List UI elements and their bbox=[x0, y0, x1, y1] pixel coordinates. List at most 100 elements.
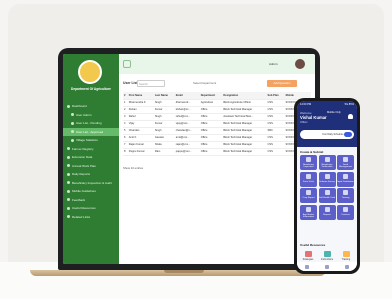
sidebar-item[interactable]: Annual Work Plan bbox=[63, 162, 119, 171]
section-resources: Useful Resources bbox=[300, 243, 326, 247]
table-cell: Block Technical Manager bbox=[222, 120, 267, 128]
sidebar-item[interactable]: Extension Data bbox=[63, 153, 119, 162]
table-cell: Office bbox=[199, 127, 223, 135]
table-cell: Block Technical Manager bbox=[222, 141, 267, 149]
table-cell: Block Technical Manager bbox=[222, 127, 267, 135]
org-logo bbox=[78, 60, 102, 84]
laptop: Department Of Agriculture Dashboard User … bbox=[58, 48, 320, 270]
table-cell: CSS bbox=[266, 106, 285, 114]
sidebar-item[interactable]: User Admin bbox=[63, 111, 119, 120]
home-icon[interactable] bbox=[305, 264, 309, 269]
bell-icon[interactable] bbox=[348, 114, 353, 119]
table-row[interactable]: 4 Vijay Kumar vijay@xxx... Office Block Techn… bbox=[123, 120, 311, 128]
resources-row: Strategies Instructions Training bbox=[300, 251, 354, 261]
table-cell: Office bbox=[199, 148, 223, 156]
resource-item[interactable]: Strategies bbox=[300, 251, 316, 261]
sidebar-item[interactable]: Feedback bbox=[63, 196, 119, 205]
create-tile[interactable]: Beneficiary Verification bbox=[318, 155, 336, 170]
sidebar-item[interactable]: Mobile Guidelines bbox=[63, 187, 119, 196]
sidebar-item-label: Daily Reports bbox=[72, 172, 91, 177]
toolbar: User List Search Select Department Add Q… bbox=[123, 80, 311, 88]
create-tile[interactable]: Farm Visits bbox=[300, 171, 317, 187]
avatar[interactable] bbox=[295, 59, 305, 69]
table-cell: CSS bbox=[266, 99, 285, 107]
list-icon[interactable] bbox=[325, 264, 329, 269]
create-tile[interactable]: Contacts bbox=[337, 204, 354, 220]
resource-label: Training bbox=[341, 258, 351, 261]
table-cell: SBC bbox=[266, 127, 285, 135]
table-cell: Office bbox=[199, 120, 223, 128]
sidebar-nav: Dashboard User Admin User List - Pending Us… bbox=[63, 102, 119, 221]
sidebar-item[interactable]: Village Statistics bbox=[63, 136, 119, 145]
nav-icon bbox=[71, 121, 74, 125]
table-cell: Singh bbox=[153, 127, 175, 135]
table-cell: Ram bbox=[153, 148, 175, 156]
entries-selector[interactable]: Show 10 entries bbox=[123, 166, 143, 170]
table-cell: Office bbox=[199, 113, 223, 121]
table-cell: Nirala bbox=[153, 141, 175, 149]
column-header[interactable]: First Name bbox=[127, 92, 154, 100]
schedule-pill[interactable]: Your Daily Schedule bbox=[300, 130, 354, 139]
table-cell: CSS bbox=[266, 141, 285, 149]
table-cell: Gautam bbox=[153, 134, 175, 142]
resource-item[interactable]: Training bbox=[338, 251, 354, 261]
create-tile[interactable]: Input Distribution bbox=[337, 171, 354, 187]
table-cell: Assistant Technical Man... bbox=[222, 113, 267, 121]
sidebar-item[interactable]: Useful Resources bbox=[63, 204, 119, 213]
page-title: User List bbox=[123, 81, 138, 85]
table-row[interactable]: 7 Rajan Kumar Nirala rajan@xxx... Office Bloc… bbox=[123, 141, 311, 149]
nav-icon bbox=[67, 215, 70, 219]
table-row[interactable]: 6 Amit K Gautam amit@xxx... Office Block Tech… bbox=[123, 134, 311, 142]
table-cell: Office bbox=[199, 106, 223, 114]
create-tile[interactable]: Seed Management bbox=[337, 155, 354, 170]
menu-icon[interactable] bbox=[123, 60, 131, 68]
schedule-button[interactable] bbox=[344, 132, 352, 137]
column-header[interactable]: Email bbox=[174, 92, 200, 100]
table-cell: Block Technical Manager bbox=[222, 148, 267, 156]
status-signal: 5G 85% bbox=[344, 103, 354, 106]
sidebar-item-label: Extension Data bbox=[72, 155, 93, 160]
sidebar-item[interactable]: User List - Pending bbox=[63, 119, 119, 128]
table-cell: Rajan Kumar bbox=[127, 141, 154, 149]
department-filter[interactable]: Select Department bbox=[193, 81, 216, 85]
column-header[interactable]: Sub Plan bbox=[266, 92, 285, 100]
sidebar-item-label: Dashboard bbox=[72, 104, 87, 109]
add-button[interactable]: Add Question bbox=[267, 80, 297, 87]
sidebar-item[interactable]: Beneficiary Inspection & Audit bbox=[63, 179, 119, 188]
create-tile[interactable]: Reports bbox=[318, 204, 336, 220]
nav-icon bbox=[67, 155, 70, 159]
create-tile[interactable]: Agri Market Information bbox=[300, 204, 317, 220]
phone-header: 12:00 PM 5G 85% Welcome Mobile Only Vish… bbox=[297, 101, 357, 147]
table-cell: Rahul bbox=[127, 113, 154, 121]
topbar: Admin bbox=[119, 54, 315, 74]
table-row[interactable]: 1 Dharmendra K Singh dharmendr... Agricultur… bbox=[123, 99, 311, 107]
sidebar-item[interactable]: Dashboard bbox=[63, 102, 119, 111]
table-row[interactable]: 3 Rahul Singh rahul@xxx... Office Assistant T… bbox=[123, 113, 311, 121]
table-cell: chandan@x... bbox=[174, 127, 200, 135]
sidebar-item-label: Mobile Guidelines bbox=[72, 189, 96, 194]
table-cell: Agriculture bbox=[199, 99, 223, 107]
table-row[interactable]: 5 Chandan Singh chandan@x... Office Block Tec… bbox=[123, 127, 311, 135]
search-input[interactable]: Search bbox=[137, 80, 165, 87]
sidebar-item[interactable]: User List - Approved bbox=[63, 127, 119, 136]
table-cell: rahul@xxx... bbox=[174, 113, 200, 121]
section-create: Create & Submit bbox=[300, 150, 324, 154]
create-tile[interactable]: Soil Health Card bbox=[318, 188, 336, 203]
sidebar-item[interactable]: Related Links bbox=[63, 213, 119, 222]
column-header[interactable]: Designation bbox=[222, 92, 267, 100]
create-tile[interactable]: Beneficiary Inspection bbox=[300, 155, 317, 170]
resource-item[interactable]: Instructions bbox=[319, 251, 335, 261]
table-cell: vijay@xxx... bbox=[174, 120, 200, 128]
table-row[interactable]: 8 Pappu Kumar Ram pappu@xxx... Office Block T… bbox=[123, 148, 311, 156]
create-tile[interactable]: Crop Report bbox=[300, 188, 317, 203]
sidebar-item[interactable]: Farmer Registry bbox=[63, 145, 119, 154]
column-header[interactable]: Department bbox=[199, 92, 223, 100]
table-row[interactable]: 2 Kishan Kumar kishan@xx... Office Block Tech… bbox=[123, 106, 311, 114]
sidebar-item[interactable]: Daily Reports bbox=[63, 170, 119, 179]
create-tile[interactable]: Scheme Survey bbox=[318, 171, 336, 187]
column-header[interactable]: Last Name bbox=[153, 92, 175, 100]
create-tile[interactable]: Training bbox=[337, 188, 354, 203]
table-cell: pappu@xxx... bbox=[174, 148, 200, 156]
sidebar-item-label: Village Statistics bbox=[76, 138, 98, 143]
profile-icon[interactable] bbox=[345, 264, 349, 269]
